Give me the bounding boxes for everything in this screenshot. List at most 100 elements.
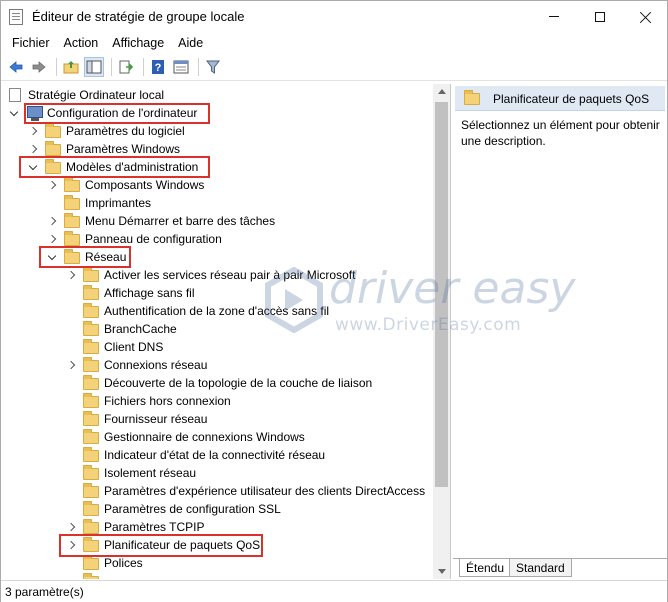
tree-item-label: Paramètres TCPIP <box>104 520 205 534</box>
close-button[interactable] <box>623 1 668 32</box>
chevron-right-icon[interactable] <box>28 144 38 154</box>
folder-icon <box>83 573 99 579</box>
scroll-down-icon[interactable] <box>438 569 446 574</box>
folder-icon <box>83 555 99 570</box>
folder-icon <box>464 90 480 105</box>
tree-item-label: Client DNS <box>104 340 164 354</box>
folder-icon <box>83 357 99 372</box>
folder-icon <box>83 447 99 462</box>
folder-icon <box>83 465 99 480</box>
filter-icon <box>206 60 220 74</box>
window-title: Éditeur de stratégie de groupe locale <box>32 9 245 24</box>
tree-item-label: Connexions réseau <box>104 358 208 372</box>
folder-icon <box>83 501 99 516</box>
tree-pane[interactable]: Stratégie Ordinateur local Configuration… <box>1 84 451 579</box>
tree-item-label: Composants Windows <box>85 178 205 192</box>
export-list-icon <box>119 60 134 74</box>
tree-item-label: Gestionnaire de connexions Windows <box>104 430 305 444</box>
chevron-down-icon[interactable] <box>9 109 19 119</box>
details-tabs: Étendu Standard <box>453 558 667 578</box>
tree-item-label: Panneau de configuration <box>85 232 222 246</box>
menu-action[interactable]: Action <box>57 36 106 50</box>
tree-item-label: Isolement réseau <box>104 466 197 480</box>
scroll-up-icon[interactable] <box>438 89 446 94</box>
folder-icon <box>83 285 99 300</box>
tree-item-label: Authentification de la zone d'accès sans… <box>104 304 330 318</box>
tree-item-label: Polices <box>104 556 143 570</box>
folder-icon <box>83 483 99 498</box>
chevron-right-icon[interactable] <box>66 360 76 370</box>
up-folder-icon <box>63 61 79 74</box>
minimize-button[interactable] <box>531 1 577 32</box>
document-icon <box>9 88 21 102</box>
title-bar: Éditeur de stratégie de groupe locale <box>1 1 667 32</box>
tree-item-label: Fichiers hors connexion <box>104 394 231 408</box>
export-list-button[interactable] <box>116 57 136 77</box>
chevron-right-icon[interactable] <box>47 234 57 244</box>
menu-help[interactable]: Aide <box>171 36 210 50</box>
folder-icon <box>64 195 80 210</box>
chevron-right-icon[interactable] <box>47 216 57 226</box>
folder-icon <box>83 303 99 318</box>
maximize-button[interactable] <box>577 1 623 32</box>
folder-icon <box>83 519 99 534</box>
chevron-right-icon[interactable] <box>47 180 57 190</box>
toolbar-separator <box>143 58 144 76</box>
folder-icon <box>64 231 80 246</box>
tree-item-label: Imprimantes <box>85 196 152 210</box>
tree-item-label: BranchCache <box>104 322 177 336</box>
scrollbar-thumb[interactable] <box>435 102 448 487</box>
menu-bar: Fichier Action Affichage Aide <box>1 32 667 54</box>
toolbar-separator <box>56 58 57 76</box>
highlight-administrative-templates <box>19 156 210 178</box>
svg-text:?: ? <box>155 62 162 74</box>
details-header: Planificateur de paquets QoS <box>455 86 665 111</box>
highlight-network <box>39 246 131 268</box>
folder-icon <box>83 411 99 426</box>
highlight-qos-packet-scheduler <box>59 534 263 557</box>
up-folder-button[interactable] <box>61 57 81 77</box>
show-hide-tree-button[interactable] <box>84 57 104 77</box>
menu-file[interactable]: Fichier <box>5 36 57 50</box>
tree-item-label: Paramètres du logiciel <box>66 124 185 138</box>
properties-button[interactable] <box>171 57 191 77</box>
app-icon <box>9 9 23 25</box>
maximize-icon <box>595 11 605 22</box>
forward-arrow-icon <box>32 61 46 73</box>
close-icon <box>640 11 652 23</box>
tree-item-label: Menu Démarrer et barre des tâches <box>85 214 276 228</box>
folder-icon <box>83 339 99 354</box>
filter-button[interactable] <box>203 57 223 77</box>
folder-icon <box>64 177 80 192</box>
details-description: Sélectionnez un élément pour obtenir une… <box>461 118 660 148</box>
tree-item-label: Paramètres de configuration SSL <box>104 502 281 516</box>
forward-button[interactable] <box>29 57 49 77</box>
back-button[interactable] <box>6 57 26 77</box>
folder-icon <box>83 429 99 444</box>
properties-icon <box>173 60 189 74</box>
folder-icon <box>83 393 99 408</box>
details-header-title: Planificateur de paquets QoS <box>493 92 650 106</box>
gpedit-window: Éditeur de stratégie de groupe locale Fi… <box>0 0 668 602</box>
folder-icon <box>83 375 99 390</box>
folder-icon <box>83 321 99 336</box>
toolbar: ? <box>1 54 667 81</box>
tree-item-label: Fournisseur réseau <box>104 412 208 426</box>
tab-extended[interactable]: Étendu <box>459 559 512 577</box>
tree-item-label: Découverte de la topologie de la couche … <box>104 376 373 390</box>
tree-scrollbar[interactable] <box>433 84 450 579</box>
folder-icon <box>45 123 61 138</box>
chevron-right-icon[interactable] <box>66 522 76 532</box>
status-text: 3 paramètre(s) <box>5 585 84 599</box>
help-button[interactable]: ? <box>148 57 168 77</box>
tree-item-label: Activer les services réseau pair à pair … <box>104 268 356 282</box>
chevron-right-icon[interactable] <box>28 126 38 136</box>
chevron-right-icon[interactable] <box>66 270 76 280</box>
tab-standard[interactable]: Standard <box>509 559 572 577</box>
tree-item-label: Indicateur d'état de la connectivité rés… <box>104 448 326 462</box>
highlight-computer-configuration <box>24 103 210 124</box>
folder-icon <box>83 267 99 282</box>
tree-item-label: Stratégie Ordinateur local <box>28 88 165 102</box>
tree-item-label: Paramètres d'expérience utilisateur des … <box>104 484 426 498</box>
menu-view[interactable]: Affichage <box>105 36 171 50</box>
